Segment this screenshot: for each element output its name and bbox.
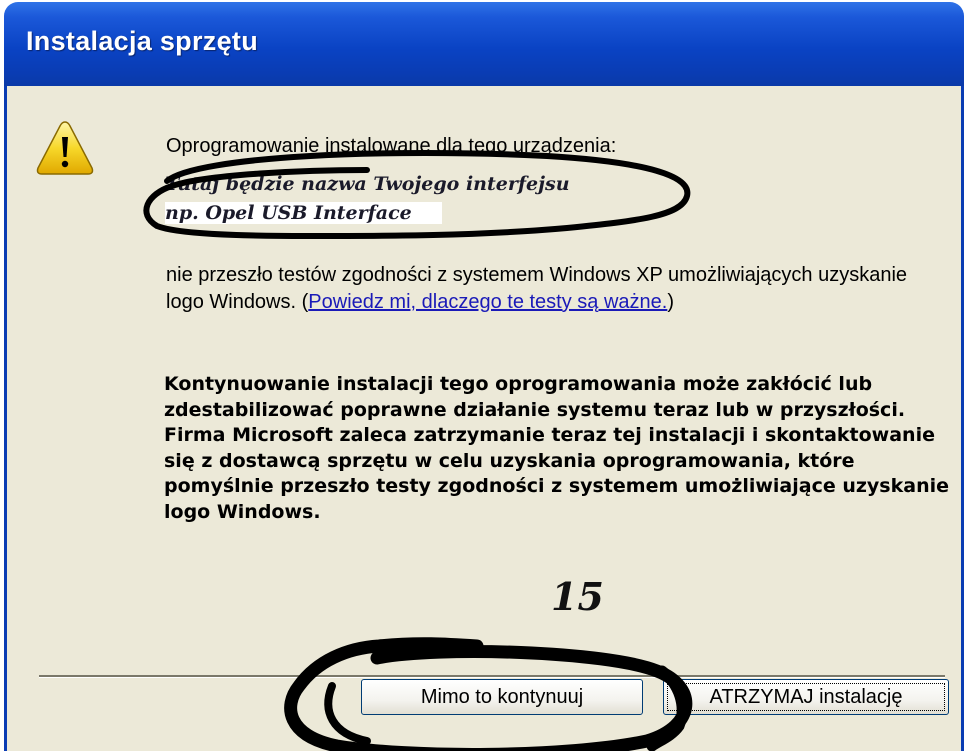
title-bar[interactable]: Instalacja sprzętu (4, 2, 964, 86)
divider (39, 675, 945, 678)
stop-installation-button[interactable]: ATRZYMAJ instalację (663, 679, 949, 715)
device-name-line1: Tutaj będzie nazwa Twojego interfejsu (165, 173, 570, 195)
hardware-installation-dialog: Instalacja sprzętu Oprogramowanie instal… (0, 0, 968, 751)
step-number: 15 (551, 574, 604, 619)
compat-text-end: ) (667, 291, 675, 313)
dialog-body: Oprogramowanie instalowane dla tego urzą… (4, 86, 964, 751)
why-tests-important-link[interactable]: Powiedz mi, dlaczego te testy są ważne. (308, 291, 667, 313)
continue-anyway-label: Mimo to kontynuuj (420, 685, 584, 708)
intro-text: Oprogramowanie instalowane dla tego urzą… (166, 135, 617, 157)
device-name-line2: np. Opel USB Interface (165, 202, 442, 224)
warning-message: Kontynuowanie instalacji tego oprogramow… (164, 373, 950, 523)
device-name: Tutaj będzie nazwa Twojego interfejsu np… (165, 170, 570, 228)
compatibility-message: nie przeszło testów zgodności z systemem… (166, 262, 926, 316)
window-title: Instalacja sprzętu (26, 26, 258, 56)
stop-installation-label: ATRZYMAJ instalację (709, 685, 903, 708)
continue-anyway-button[interactable]: Mimo to kontynuuj (361, 679, 643, 715)
warning-triangle-icon (36, 121, 94, 175)
